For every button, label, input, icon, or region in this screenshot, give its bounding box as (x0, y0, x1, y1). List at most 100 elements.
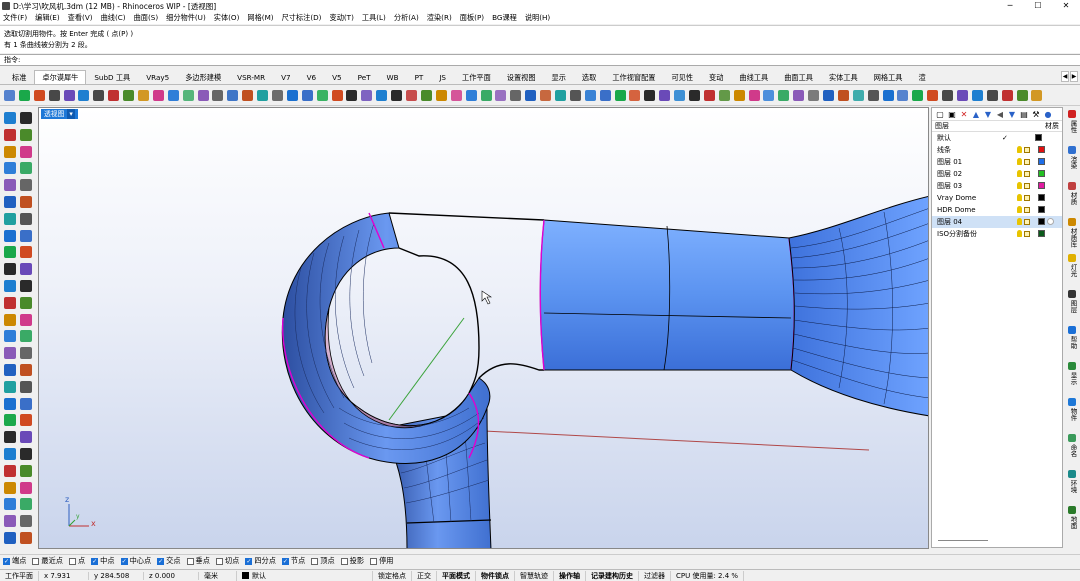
command-tool-icon[interactable] (540, 90, 552, 101)
command-tool-icon[interactable] (167, 90, 179, 101)
osnap-option[interactable]: 顶点 (311, 556, 335, 566)
left-tool-icon[interactable] (4, 128, 16, 141)
command-tool-icon[interactable] (1001, 90, 1013, 101)
command-tool-icon[interactable] (406, 90, 418, 101)
osnap-option[interactable]: ✓ 中心点 (120, 556, 151, 566)
panel-tab-icon[interactable] (1068, 470, 1076, 478)
lock-icon[interactable] (1024, 218, 1030, 225)
left-tool-icon[interactable] (20, 179, 32, 192)
osnap-option[interactable]: 垂点 (186, 556, 210, 566)
command-tool-icon[interactable] (242, 90, 254, 101)
left-tool-icon[interactable] (4, 330, 16, 343)
menu-render[interactable]: 渲染(R) (427, 13, 452, 23)
menu-dimension[interactable]: 尺寸标注(D) (282, 13, 322, 23)
command-tool-icon[interactable] (63, 90, 75, 101)
menu-mesh[interactable]: 网格(M) (247, 13, 273, 23)
command-tool-icon[interactable] (152, 90, 164, 101)
toolbar-tab[interactable]: 工作平面 (454, 70, 499, 84)
left-tool-icon[interactable] (20, 196, 32, 208)
command-tool-icon[interactable] (808, 90, 820, 101)
layer-color-swatch[interactable] (1038, 230, 1045, 237)
left-tool-icon[interactable] (4, 481, 16, 494)
panel-tab-icon[interactable] (1068, 290, 1076, 298)
delete-layer-icon[interactable]: ✕ (960, 110, 968, 119)
toolbar-tab[interactable]: 渲 (910, 70, 933, 84)
command-prompt[interactable]: 指令: (0, 54, 1080, 66)
layer-tools-icon[interactable]: ▤ (1020, 110, 1028, 119)
toolbar-tab[interactable]: 显示 (544, 70, 574, 84)
visibility-bulb-icon[interactable] (1017, 194, 1022, 201)
left-tool-icon[interactable] (4, 296, 16, 309)
command-tool-icon[interactable] (4, 90, 15, 101)
osnap-checkbox[interactable] (340, 557, 348, 565)
left-tool-icon[interactable] (20, 431, 32, 444)
status-toggle[interactable]: 正交 (412, 570, 437, 581)
osnap-checkbox[interactable] (215, 557, 223, 565)
command-tool-icon[interactable] (450, 90, 462, 101)
command-tool-icon[interactable] (852, 90, 864, 101)
panel-tab[interactable]: 灯光 (1065, 264, 1079, 277)
command-tool-icon[interactable] (48, 90, 60, 101)
command-tool-icon[interactable] (272, 90, 284, 101)
move-up-icon[interactable]: ▲ (972, 110, 980, 119)
command-tool-icon[interactable] (316, 90, 328, 101)
left-tool-icon[interactable] (4, 431, 16, 444)
left-tool-icon[interactable] (4, 179, 16, 192)
minimize-button[interactable]: ─ (996, 0, 1024, 12)
left-tool-icon[interactable] (4, 532, 16, 544)
command-tool-icon[interactable] (644, 90, 656, 101)
command-tool-icon[interactable] (659, 90, 671, 101)
left-tool-icon[interactable] (4, 347, 16, 360)
osnap-option[interactable]: ✓ 四分点 (245, 556, 276, 566)
command-tool-icon[interactable] (614, 90, 626, 101)
command-tool-icon[interactable] (897, 90, 909, 101)
command-tool-icon[interactable] (927, 90, 939, 101)
menu-tools[interactable]: 工具(L) (362, 13, 386, 23)
panel-tab[interactable]: 属性 (1065, 120, 1079, 133)
visibility-bulb-icon[interactable] (1017, 182, 1022, 189)
osnap-checkbox[interactable]: ✓ (120, 557, 128, 565)
toolbar-tab[interactable]: 变动 (701, 70, 731, 84)
command-tool-icon[interactable] (971, 90, 983, 101)
left-tool-icon[interactable] (4, 162, 16, 175)
osnap-option[interactable]: ✓ 端点 (3, 556, 26, 566)
left-tool-icon[interactable] (20, 532, 32, 544)
layer-row[interactable]: 默认 ✓ (932, 132, 1062, 144)
status-toggle[interactable]: 记录建构历史 (586, 570, 639, 581)
panel-tab[interactable]: 帮助 (1065, 336, 1079, 349)
visibility-bulb-icon[interactable] (1017, 230, 1022, 237)
left-tool-icon[interactable] (4, 498, 16, 511)
toolbar-tab[interactable]: 可见性 (663, 70, 701, 84)
visibility-bulb-icon[interactable] (1017, 170, 1022, 177)
menu-curve[interactable]: 曲线(C) (101, 13, 126, 23)
layer-color-swatch[interactable] (1038, 182, 1045, 189)
left-tool-icon[interactable] (20, 112, 32, 124)
panel-tab-icon[interactable] (1068, 362, 1076, 370)
command-tool-icon[interactable] (78, 90, 90, 101)
toolbar-tab[interactable]: VSR-MR (229, 70, 273, 84)
layer-row[interactable]: 线条 (932, 144, 1062, 156)
new-layer-icon[interactable]: ▢ (936, 110, 944, 119)
osnap-checkbox[interactable] (370, 557, 378, 565)
left-tool-icon[interactable] (4, 196, 16, 208)
toolbar-tab[interactable]: 曲面工具 (776, 70, 821, 84)
left-tool-icon[interactable] (4, 464, 16, 477)
command-tool-icon[interactable] (123, 90, 135, 101)
left-tool-icon[interactable] (4, 212, 16, 225)
panel-tab-icon[interactable] (1068, 146, 1076, 154)
left-tool-icon[interactable] (4, 364, 16, 376)
menu-bg-course[interactable]: BG课程 (492, 13, 517, 23)
command-tool-icon[interactable] (1031, 90, 1043, 101)
visibility-bulb-icon[interactable] (1017, 158, 1022, 165)
command-tool-icon[interactable] (957, 90, 968, 101)
toolbar-tab[interactable]: SubD 工具 (86, 70, 138, 84)
layer-row[interactable]: 图层 01 (932, 156, 1062, 168)
layer-color-swatch[interactable] (1038, 158, 1045, 165)
command-tool-icon[interactable] (510, 90, 522, 101)
toolbar-tab[interactable]: 网格工具 (866, 70, 911, 84)
menu-analyze[interactable]: 分析(A) (394, 13, 419, 23)
toolbar-tab[interactable]: 曲线工具 (731, 70, 776, 84)
close-button[interactable]: ✕ (1052, 0, 1080, 12)
lock-icon[interactable] (1024, 158, 1030, 165)
toolbar-tab[interactable]: JS (431, 70, 454, 84)
